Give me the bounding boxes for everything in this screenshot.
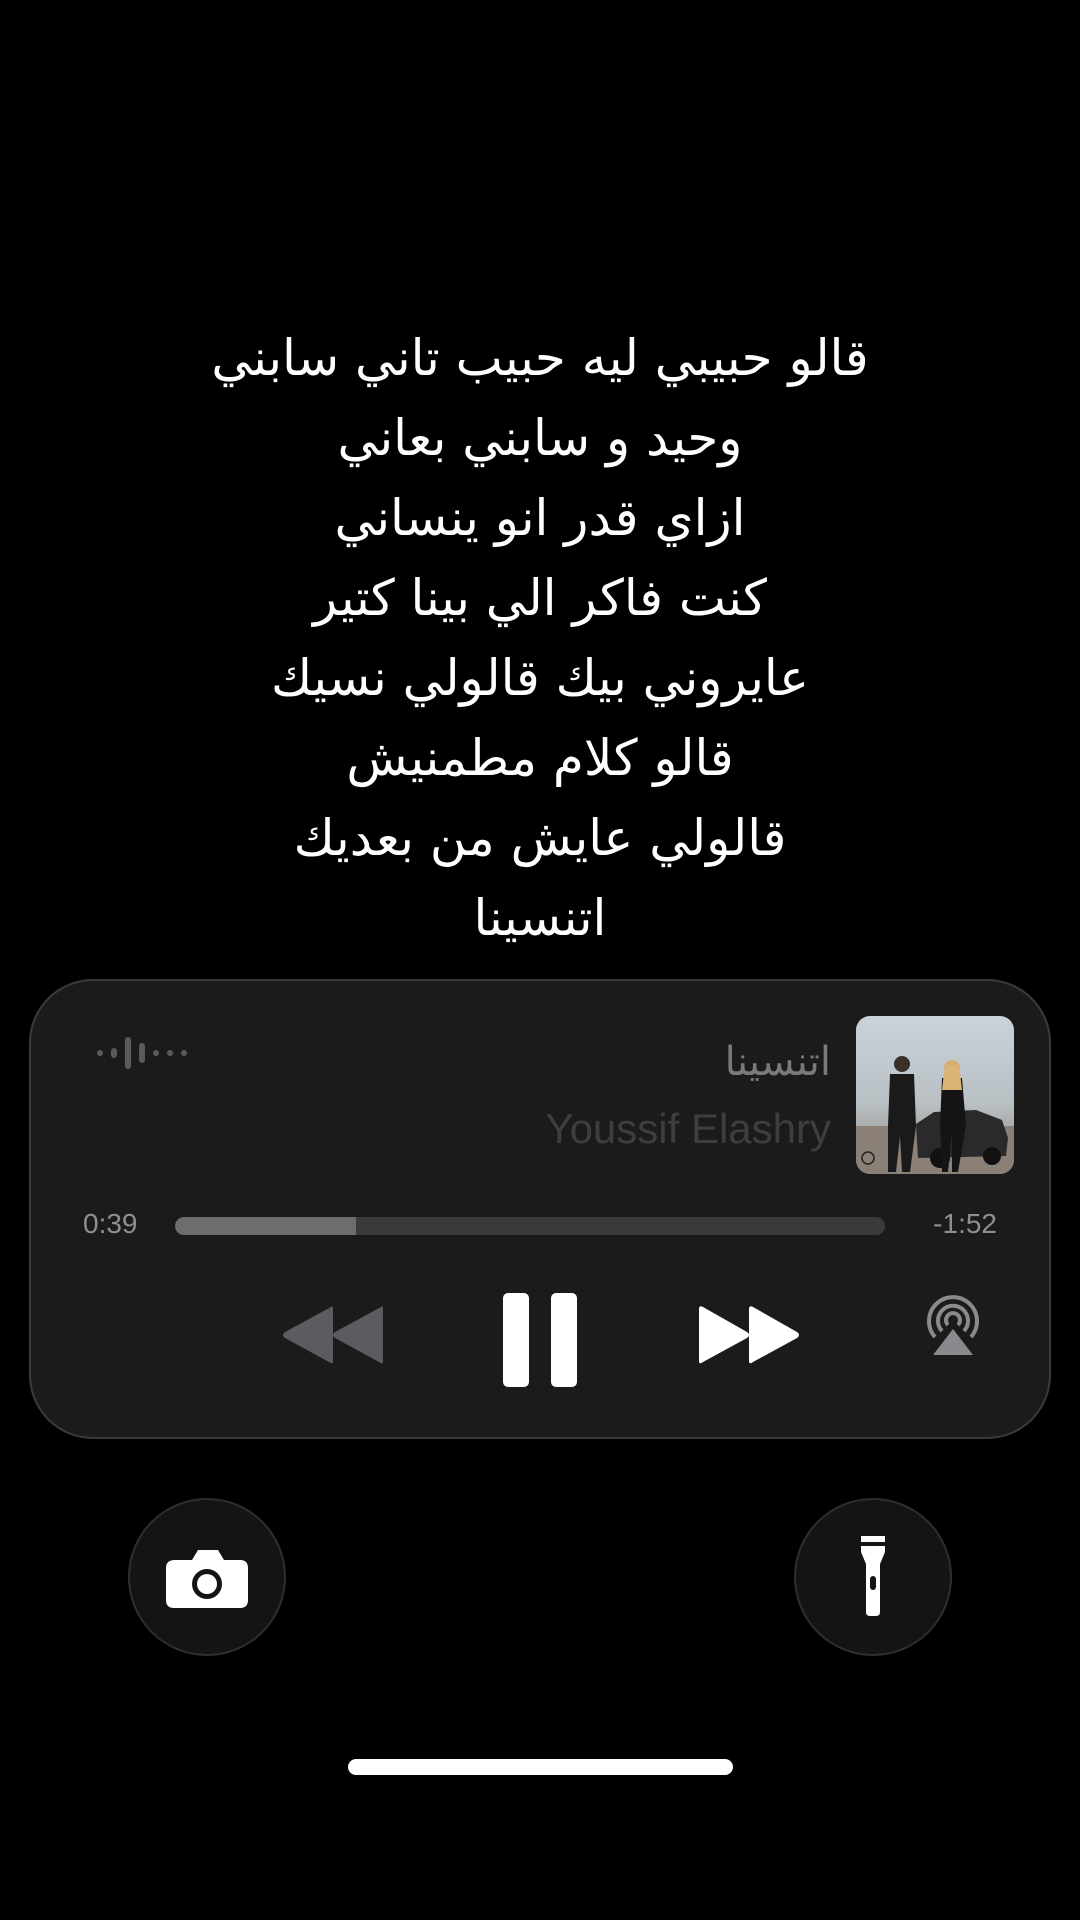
lyrics-block: قالو حبيبي ليه حبيب تاني سابني وحيد و سا… — [60, 318, 1020, 958]
audio-waveform-icon — [97, 1037, 187, 1069]
lyric-line: عايروني بيك قالولي نسيك — [271, 649, 809, 707]
progress-scrubber[interactable] — [175, 1217, 885, 1235]
lyric-line: قالو كلام مطمنيش — [346, 729, 734, 787]
airplay-icon[interactable] — [921, 1291, 985, 1357]
remaining-time: -1:52 — [933, 1208, 997, 1239]
lyric-line: ازاي قدر انو ينساني — [334, 489, 746, 547]
progress-fill — [175, 1217, 357, 1235]
rewind-icon[interactable] — [281, 1305, 383, 1365]
flashlight-button[interactable] — [794, 1498, 952, 1656]
album-artwork[interactable] — [856, 1016, 1014, 1174]
elapsed-time: 0:39 — [83, 1208, 138, 1239]
track-artist[interactable]: Youssif Elashry — [545, 1105, 831, 1153]
lyric-line: كنت فاكر الي بينا كتير — [313, 569, 767, 627]
lyric-line: قالو حبيبي ليه حبيب تاني سابني — [211, 329, 869, 387]
flashlight-icon — [861, 1536, 885, 1616]
camera-button[interactable] — [128, 1498, 286, 1656]
lyric-line: قالولي عايش من بعديك — [293, 809, 787, 867]
track-title[interactable]: اتنسينا — [725, 1039, 831, 1085]
camera-icon — [166, 1550, 248, 1608]
fast-forward-icon[interactable] — [699, 1305, 801, 1365]
lyric-line: وحيد و سابني بعاني — [337, 409, 743, 467]
pause-icon[interactable] — [503, 1293, 577, 1387]
lyric-line: اتنسينا — [473, 889, 607, 947]
home-indicator[interactable] — [348, 1759, 733, 1775]
now-playing-widget[interactable]: اتنسينا Youssif Elashry 0:39 -1:52 — [29, 979, 1051, 1439]
